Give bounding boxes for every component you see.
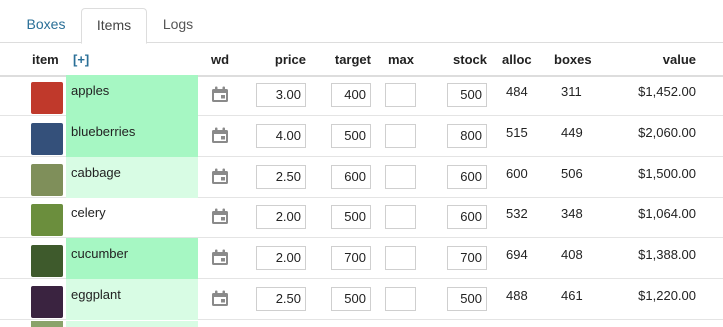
item-thumbnail[interactable]: [31, 164, 63, 196]
calendar-icon[interactable]: [211, 168, 229, 185]
item-name: cabbage: [71, 165, 121, 180]
target-input[interactable]: [331, 287, 371, 311]
column-header-stock: stock: [453, 52, 487, 67]
name-highlight: [66, 321, 198, 327]
item-thumbnail[interactable]: [31, 245, 63, 277]
target-input[interactable]: [331, 83, 371, 107]
column-header-target: target: [334, 52, 371, 67]
stock-input[interactable]: [447, 83, 487, 107]
price-input[interactable]: [256, 246, 306, 270]
table-row: blueberries 515 449 $2,060.00: [0, 116, 723, 157]
boxes-value: 348: [561, 206, 583, 221]
items-table-header: item [+] wd price target max stock alloc…: [0, 42, 723, 77]
table-row: apples 484 311 $1,452.00: [0, 75, 723, 116]
calendar-icon[interactable]: [211, 127, 229, 144]
column-header-price: price: [274, 52, 306, 67]
target-input[interactable]: [331, 165, 371, 189]
item-name: celery: [71, 205, 106, 220]
stock-input[interactable]: [447, 246, 487, 270]
max-input[interactable]: [385, 287, 416, 311]
calendar-icon[interactable]: [211, 86, 229, 103]
column-header-wd: wd: [211, 52, 230, 67]
boxes-value: 408: [561, 247, 583, 262]
price-input[interactable]: [256, 287, 306, 311]
tab-items[interactable]: Items: [81, 8, 147, 44]
item-thumbnail[interactable]: [31, 123, 63, 155]
add-item-button[interactable]: [+]: [73, 42, 89, 75]
target-input[interactable]: [331, 124, 371, 148]
table-row: eggplant 488 461 $1,220.00: [0, 279, 723, 320]
item-name: eggplant: [71, 287, 121, 302]
value-amount: $1,452.00: [638, 84, 696, 99]
column-header-boxes: boxes: [554, 52, 592, 67]
alloc-value: 694: [506, 247, 528, 262]
column-header-max: max: [388, 52, 415, 67]
max-input[interactable]: [385, 246, 416, 270]
tab-boxes[interactable]: Boxes: [18, 8, 74, 41]
value-amount: $2,060.00: [638, 125, 696, 140]
stock-input[interactable]: [447, 287, 487, 311]
max-input[interactable]: [385, 124, 416, 148]
boxes-value: 449: [561, 125, 583, 140]
max-input[interactable]: [385, 165, 416, 189]
column-header-value: value: [662, 52, 696, 67]
price-input[interactable]: [256, 124, 306, 148]
stock-input[interactable]: [447, 205, 487, 229]
max-input[interactable]: [385, 205, 416, 229]
value-amount: $1,064.00: [638, 206, 696, 221]
item-name: cucumber: [71, 246, 129, 261]
table-row: celery 532 348 $1,064.00: [0, 197, 723, 238]
alloc-value: 532: [506, 206, 528, 221]
alloc-value: 488: [506, 288, 528, 303]
column-header-item: item: [32, 52, 59, 67]
price-input[interactable]: [256, 165, 306, 189]
tab-bar: Boxes Items Logs: [0, 0, 723, 44]
target-input[interactable]: [331, 246, 371, 270]
alloc-value: 515: [506, 125, 528, 140]
max-input[interactable]: [385, 83, 416, 107]
column-header-alloc: alloc: [502, 52, 532, 67]
item-thumbnail[interactable]: [31, 321, 63, 327]
boxes-value: 461: [561, 288, 583, 303]
item-thumbnail[interactable]: [31, 286, 63, 318]
calendar-icon[interactable]: [211, 208, 229, 225]
value-amount: $1,388.00: [638, 247, 696, 262]
item-name: blueberries: [71, 124, 136, 139]
tab-logs[interactable]: Logs: [152, 8, 204, 41]
target-input[interactable]: [331, 205, 371, 229]
table-row: cabbage 600 506 $1,500.00: [0, 157, 723, 198]
alloc-value: 484: [506, 84, 528, 99]
boxes-value: 506: [561, 166, 583, 181]
value-amount: $1,500.00: [638, 166, 696, 181]
alloc-value: 600: [506, 166, 528, 181]
price-input[interactable]: [256, 83, 306, 107]
item-thumbnail[interactable]: [31, 204, 63, 236]
price-input[interactable]: [256, 205, 306, 229]
calendar-icon[interactable]: [211, 290, 229, 307]
stock-input[interactable]: [447, 165, 487, 189]
boxes-value: 311: [561, 84, 582, 99]
item-name: apples: [71, 83, 110, 98]
value-amount: $1,220.00: [638, 288, 696, 303]
table-row: cucumber 694 408 $1,388.00: [0, 238, 723, 279]
stock-input[interactable]: [447, 124, 487, 148]
item-thumbnail[interactable]: [31, 82, 63, 114]
calendar-icon[interactable]: [211, 249, 229, 266]
